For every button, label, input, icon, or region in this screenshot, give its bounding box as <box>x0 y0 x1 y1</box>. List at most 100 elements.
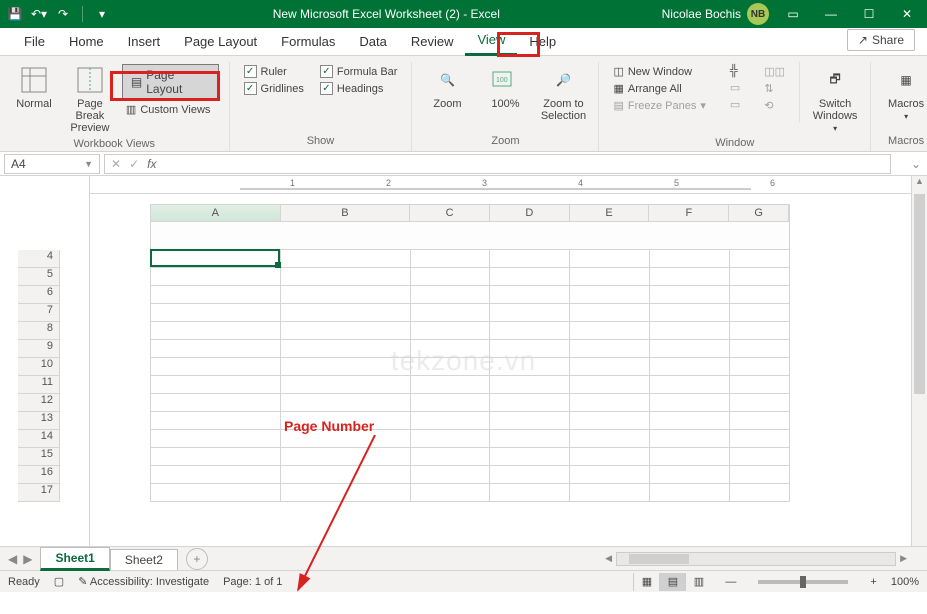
page-layout-shortcut[interactable]: ▤ <box>659 573 685 591</box>
gridlines-checkbox[interactable]: ✓Gridlines <box>240 81 308 96</box>
page-layout-button[interactable]: ▤ Page Layout <box>122 64 219 100</box>
row-header[interactable]: 8 <box>18 322 60 340</box>
ribbon-display-options-icon[interactable]: ▭ <box>779 3 807 25</box>
tab-insert[interactable]: Insert <box>116 28 173 55</box>
macros-icon: ▦ <box>890 64 922 96</box>
reset-window-button: ⟲ <box>760 98 789 113</box>
arrange-all-button[interactable]: ▦Arrange All <box>609 81 709 96</box>
status-bar: Ready ▢ ✎ Accessibility: Investigate Pag… <box>0 570 927 592</box>
row-header[interactable]: 11 <box>18 376 60 394</box>
headings-checkbox[interactable]: ✓Headings <box>316 81 402 96</box>
group-label: Macros <box>879 133 927 151</box>
row-header[interactable]: 12 <box>18 394 60 412</box>
tab-view[interactable]: View <box>465 26 517 56</box>
page-break-shortcut[interactable]: ▥ <box>685 573 711 591</box>
row-header[interactable]: 4 <box>18 250 60 268</box>
account-control[interactable]: Nicolae Bochis NB <box>662 3 769 25</box>
column-header[interactable]: B <box>281 205 411 221</box>
sheet-tab-sheet1[interactable]: Sheet1 <box>40 547 109 571</box>
group-label: Workbook Views <box>8 136 221 154</box>
vertical-scrollbar[interactable]: ▲ <box>911 176 927 546</box>
maximize-button[interactable]: ☐ <box>855 3 883 25</box>
insert-function-button[interactable]: fx <box>147 157 156 171</box>
zoom-100-button[interactable]: 100100% <box>478 62 532 112</box>
cells-grid[interactable] <box>150 250 790 502</box>
enter-icon[interactable]: ✓ <box>129 157 139 171</box>
row-header[interactable]: 15 <box>18 448 60 466</box>
formula-bar: A4▼ ✕ ✓ fx ⌄ <box>0 152 927 176</box>
macros-button[interactable]: ▦Macros▾ <box>879 62 927 123</box>
sync-scroll-icon: ⇅ <box>764 82 773 95</box>
switch-windows-button[interactable]: 🗗Switch Windows▾ <box>808 62 862 135</box>
sheet-next-icon[interactable]: ▶ <box>23 552 32 566</box>
page-break-preview-button[interactable]: Page Break Preview <box>64 62 116 136</box>
row-header[interactable]: 7 <box>18 304 60 322</box>
minimize-button[interactable]: — <box>817 3 845 25</box>
row-header[interactable]: 10 <box>18 358 60 376</box>
new-window-button[interactable]: ◫New Window <box>609 64 709 79</box>
row-header[interactable]: 5 <box>18 268 60 286</box>
row-header[interactable]: 17 <box>18 484 60 502</box>
expand-formula-bar-button[interactable]: ⌄ <box>909 157 923 171</box>
zoom-level[interactable]: 100% <box>891 576 919 588</box>
user-name: Nicolae Bochis <box>662 7 741 21</box>
freeze-panes-button[interactable]: ▤Freeze Panes ▾ <box>609 98 709 113</box>
hide-button[interactable]: ▭ <box>726 80 744 95</box>
column-header[interactable]: D <box>490 205 570 221</box>
tab-page-layout[interactable]: Page Layout <box>172 28 269 55</box>
accessibility-status[interactable]: ✎ Accessibility: Investigate <box>78 575 209 588</box>
column-header[interactable]: E <box>570 205 650 221</box>
zoom-out-button[interactable]: — <box>725 576 736 588</box>
formula-bar-checkbox[interactable]: ✓Formula Bar <box>316 64 402 79</box>
svg-text:100: 100 <box>496 77 508 84</box>
tab-formulas[interactable]: Formulas <box>269 28 347 55</box>
save-icon[interactable]: 💾 <box>6 5 24 23</box>
zoom-in-button[interactable]: + <box>870 576 876 588</box>
reset-window-icon: ⟲ <box>764 99 773 112</box>
sheet-tab-bar: ◀▶ Sheet1 Sheet2 + ◀ ▶ <box>0 546 927 570</box>
group-window: ◫New Window ▦Arrange All ▤Freeze Panes ▾… <box>599 62 871 151</box>
checkbox-icon: ✓ <box>320 82 333 95</box>
redo-icon[interactable]: ↷ <box>54 5 72 23</box>
freeze-panes-icon: ▤ <box>613 99 623 112</box>
tab-home[interactable]: Home <box>57 28 116 55</box>
ribbon-tabs: File Home Insert Page Layout Formulas Da… <box>0 28 927 56</box>
sheet-nav[interactable]: ◀▶ <box>0 552 40 566</box>
horizontal-scrollbar[interactable]: ◀ ▶ <box>208 552 927 566</box>
column-header[interactable]: C <box>410 205 490 221</box>
formula-input[interactable] <box>164 157 884 171</box>
undo-icon[interactable]: ↶▾ <box>30 5 48 23</box>
name-box[interactable]: A4▼ <box>4 154 100 174</box>
row-header[interactable]: 14 <box>18 430 60 448</box>
normal-view-button[interactable]: Normal <box>8 62 60 112</box>
sheet-prev-icon[interactable]: ◀ <box>8 552 17 566</box>
custom-views-button[interactable]: ▥ Custom Views <box>122 102 219 117</box>
tab-help[interactable]: Help <box>517 28 568 55</box>
page-header-area[interactable] <box>150 222 790 250</box>
tab-review[interactable]: Review <box>399 28 466 55</box>
zoom-selection-icon: 🔎 <box>547 64 579 96</box>
macro-record-icon[interactable]: ▢ <box>54 575 64 588</box>
row-header[interactable]: 9 <box>18 340 60 358</box>
zoom-button[interactable]: 🔍Zoom <box>420 62 474 112</box>
tab-file[interactable]: File <box>12 28 57 55</box>
page-indicator: Page: 1 of 1 <box>223 576 282 588</box>
normal-view-shortcut[interactable]: ▦ <box>633 573 659 591</box>
row-header[interactable]: 16 <box>18 466 60 484</box>
zoom-to-selection-button[interactable]: 🔎Zoom to Selection <box>536 62 590 124</box>
tab-data[interactable]: Data <box>347 28 398 55</box>
split-button[interactable]: ╬ <box>726 64 744 78</box>
zoom-slider[interactable] <box>758 580 848 584</box>
row-header[interactable]: 6 <box>18 286 60 304</box>
column-header[interactable]: F <box>649 205 729 221</box>
column-header[interactable]: A <box>151 205 281 221</box>
ruler-checkbox[interactable]: ✓Ruler <box>240 64 308 79</box>
cancel-icon[interactable]: ✕ <box>111 157 121 171</box>
close-button[interactable]: ✕ <box>893 3 921 25</box>
qat-customize-icon[interactable]: ▾ <box>93 5 111 23</box>
row-header[interactable]: 13 <box>18 412 60 430</box>
new-sheet-button[interactable]: + <box>186 548 208 570</box>
share-button[interactable]: ↗Share <box>847 29 915 51</box>
sheet-tab-sheet2[interactable]: Sheet2 <box>110 549 178 570</box>
column-header[interactable]: G <box>729 205 789 221</box>
